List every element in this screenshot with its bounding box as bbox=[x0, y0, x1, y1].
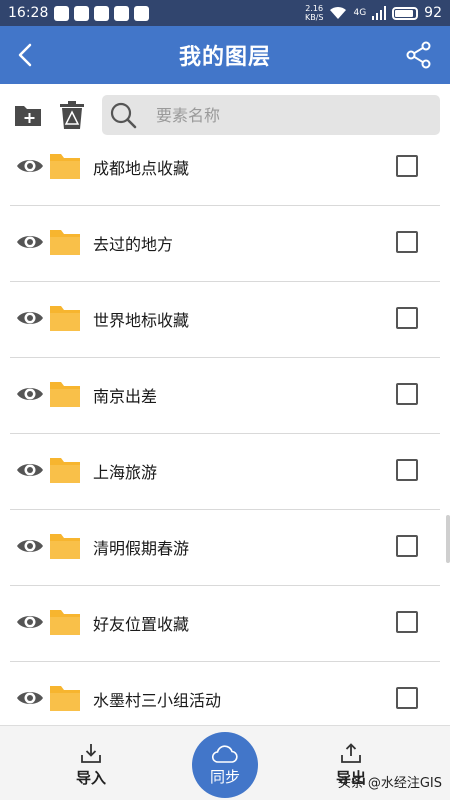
folder-icon bbox=[50, 230, 80, 255]
folder-icon bbox=[50, 154, 80, 179]
eye-icon[interactable] bbox=[16, 233, 44, 251]
layer-checkbox[interactable] bbox=[396, 459, 418, 481]
eye-icon[interactable] bbox=[16, 689, 44, 707]
page-title: 我的图层 bbox=[178, 45, 271, 70]
scrollbar[interactable] bbox=[446, 515, 450, 563]
wifi-icon bbox=[330, 6, 347, 19]
export-icon bbox=[341, 743, 361, 763]
folder-icon bbox=[50, 306, 80, 331]
search-box[interactable] bbox=[102, 95, 440, 135]
layer-row[interactable]: 南京出差 bbox=[0, 358, 450, 434]
play-icon bbox=[114, 5, 130, 21]
eye-icon[interactable] bbox=[16, 385, 44, 403]
eye-icon[interactable] bbox=[16, 537, 44, 555]
trash-icon[interactable] bbox=[58, 100, 86, 130]
folder-icon bbox=[50, 686, 80, 711]
import-label: 导入 bbox=[76, 769, 107, 787]
layer-checkbox[interactable] bbox=[396, 155, 418, 177]
layer-row[interactable]: 好友位置收藏 bbox=[0, 586, 450, 662]
chat-icon bbox=[74, 5, 90, 21]
eye-icon[interactable] bbox=[16, 613, 44, 631]
layer-checkbox[interactable] bbox=[396, 231, 418, 253]
app-header: 我的图层 bbox=[0, 26, 450, 84]
app-icon bbox=[94, 5, 110, 21]
status-time: 16:28 bbox=[8, 5, 49, 21]
add-folder-icon[interactable] bbox=[14, 102, 42, 128]
watermark: 头条 @水经注GIS bbox=[337, 776, 442, 791]
game-icon bbox=[134, 5, 150, 21]
sync-button[interactable]: 同步 bbox=[192, 732, 258, 798]
bottom-bar: 导入 同步 导出 头条 @水经注GIS bbox=[0, 725, 450, 800]
battery-level: 92 bbox=[424, 5, 442, 21]
signal-icon bbox=[372, 6, 387, 20]
layer-row[interactable]: 水墨村三小组活动 bbox=[0, 662, 450, 725]
folder-icon bbox=[50, 458, 80, 483]
sync-label: 同步 bbox=[209, 767, 240, 786]
network-speed: 2.16 KB/S bbox=[305, 4, 324, 22]
layer-checkbox[interactable] bbox=[396, 535, 418, 557]
layer-row[interactable]: 上海旅游 bbox=[0, 434, 450, 510]
speed-unit: KB/S bbox=[304, 13, 324, 22]
layer-name: 成都地点收藏 bbox=[93, 159, 190, 178]
message-icon bbox=[54, 5, 70, 21]
folder-icon bbox=[50, 382, 80, 407]
import-icon bbox=[81, 744, 101, 763]
folder-icon bbox=[50, 610, 80, 635]
layer-row[interactable]: 清明假期春游 bbox=[0, 510, 450, 586]
layer-row[interactable]: 世界地标收藏 bbox=[0, 282, 450, 358]
search-input[interactable] bbox=[156, 105, 416, 125]
layer-name: 好友位置收藏 bbox=[93, 615, 190, 634]
layer-checkbox[interactable] bbox=[396, 307, 418, 329]
layer-checkbox[interactable] bbox=[396, 383, 418, 405]
speed-value: 2.16 bbox=[305, 4, 324, 13]
eye-icon[interactable] bbox=[16, 461, 44, 479]
search-icon bbox=[110, 102, 137, 129]
layer-checkbox[interactable] bbox=[396, 687, 418, 709]
eye-icon[interactable] bbox=[16, 309, 44, 327]
folder-icon bbox=[50, 534, 80, 559]
layer-name: 南京出差 bbox=[93, 387, 158, 406]
layer-name: 水墨村三小组活动 bbox=[93, 691, 222, 710]
status-bar: 16:28 2.16 KB/S 4G 92 bbox=[0, 0, 450, 26]
layer-name: 清明假期春游 bbox=[93, 539, 190, 558]
network-type: 4G bbox=[353, 8, 367, 18]
layer-name: 去过的地方 bbox=[93, 235, 174, 254]
import-button[interactable]: 导入 bbox=[76, 742, 106, 788]
layer-name: 上海旅游 bbox=[93, 463, 158, 482]
layer-checkbox[interactable] bbox=[396, 611, 418, 633]
notification-icons bbox=[54, 5, 150, 21]
cloud-icon bbox=[212, 744, 238, 763]
layer-row[interactable]: 成都地点收藏 bbox=[0, 130, 450, 206]
layer-row[interactable]: 去过的地方 bbox=[0, 206, 450, 282]
share-icon[interactable] bbox=[404, 40, 434, 70]
eye-icon[interactable] bbox=[16, 157, 44, 175]
layer-list: 成都地点收藏 去过的地方世界地标收藏 南京出差上海旅游清明假期春游 好友位置收藏水墨村… bbox=[0, 130, 450, 725]
layer-name: 世界地标收藏 bbox=[93, 311, 190, 330]
back-arrow-icon[interactable] bbox=[12, 41, 40, 69]
battery-icon bbox=[392, 6, 419, 20]
